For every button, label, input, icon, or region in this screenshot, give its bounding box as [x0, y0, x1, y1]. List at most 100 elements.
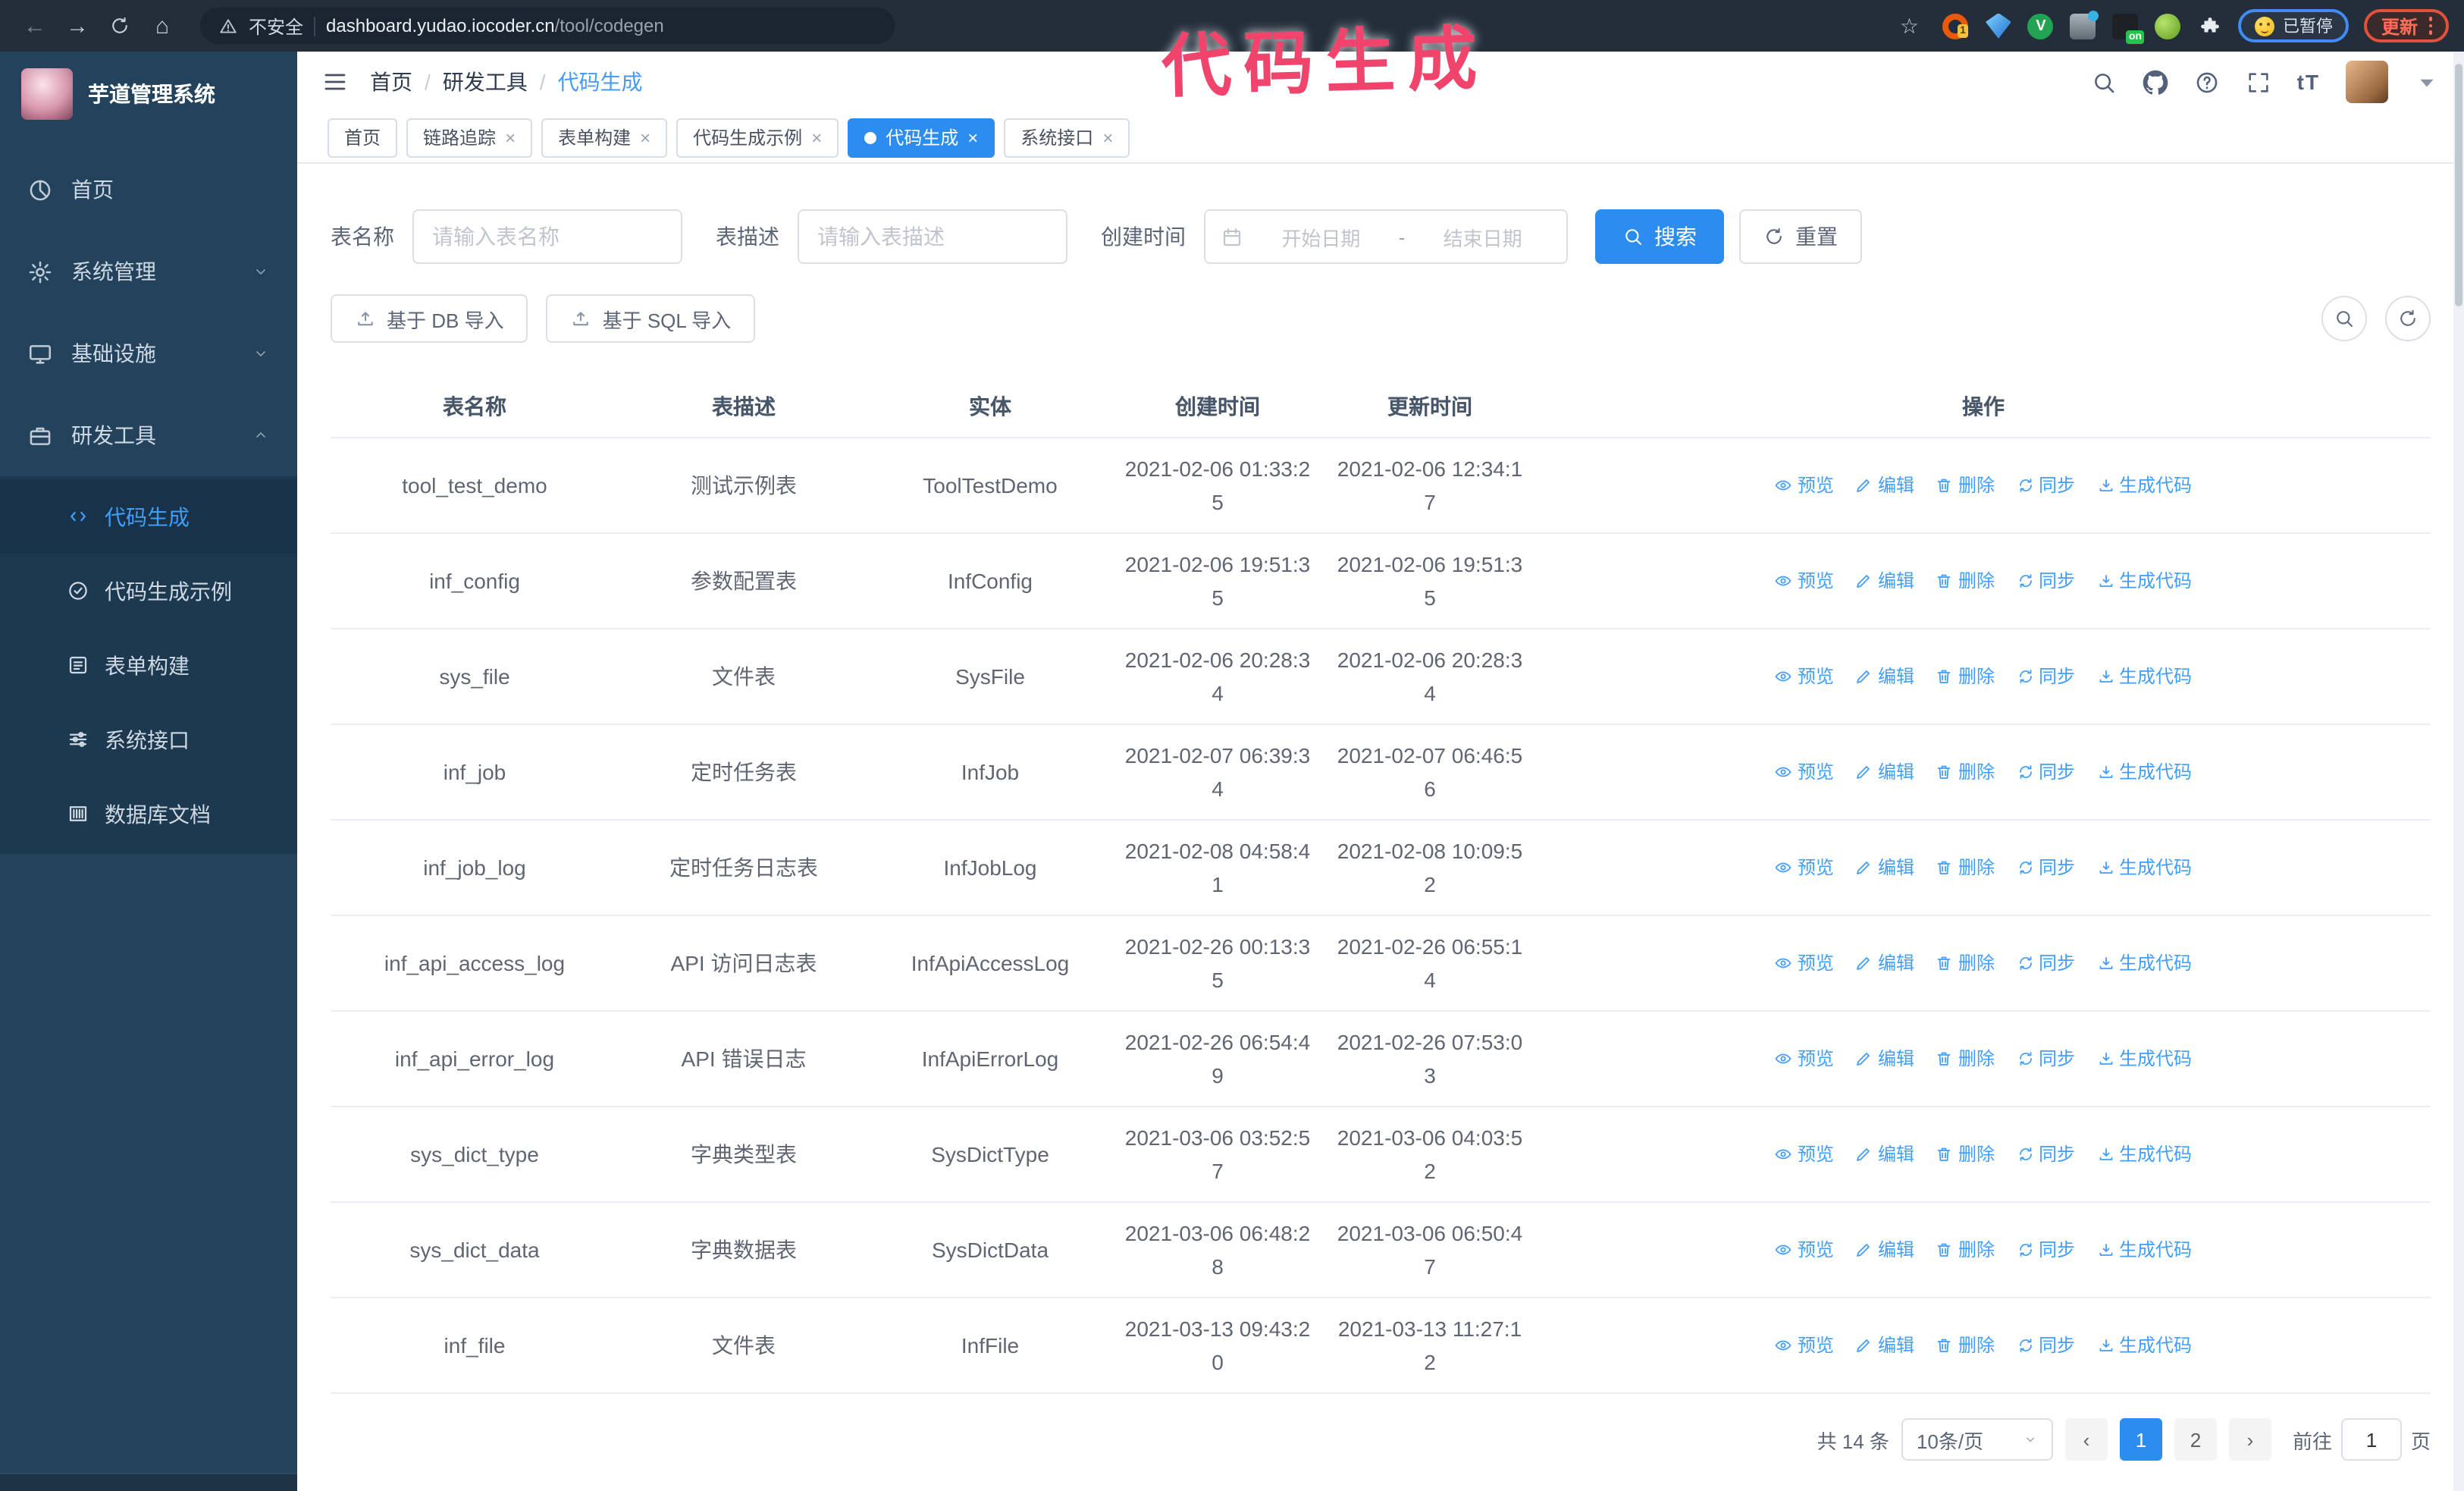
- action-generate[interactable]: 生成代码: [2096, 1233, 2192, 1267]
- action-generate[interactable]: 生成代码: [2096, 660, 2192, 693]
- extension-icon-dark[interactable]: on: [2112, 13, 2145, 43]
- user-avatar[interactable]: [2346, 61, 2388, 103]
- action-delete[interactable]: 删除: [1936, 469, 1995, 502]
- action-preview[interactable]: 预览: [1775, 1042, 1834, 1075]
- action-sync[interactable]: 同步: [2016, 1138, 2075, 1171]
- action-sync[interactable]: 同步: [2016, 946, 2075, 980]
- browser-forward-icon[interactable]: →: [58, 6, 97, 46]
- extension-icon-gray[interactable]: [2070, 10, 2099, 39]
- action-edit[interactable]: 编辑: [1855, 1042, 1914, 1075]
- action-sync[interactable]: 同步: [2016, 755, 2075, 789]
- action-generate[interactable]: 生成代码: [2096, 851, 2192, 884]
- action-sync[interactable]: 同步: [2016, 851, 2075, 884]
- sidebar-subitem-表单构建[interactable]: 表单构建: [0, 628, 297, 702]
- action-edit[interactable]: 编辑: [1855, 564, 1914, 598]
- action-sync[interactable]: 同步: [2016, 564, 2075, 598]
- browser-menu-kebab-icon[interactable]: [2428, 17, 2432, 35]
- extension-icon-orange[interactable]: 1: [1942, 13, 1969, 39]
- action-preview[interactable]: 预览: [1775, 1329, 1834, 1362]
- address-bar[interactable]: 不安全 dashboard.yudao.iocoder.cn/tool/code…: [200, 8, 895, 44]
- action-sync[interactable]: 同步: [2016, 1042, 2075, 1075]
- extension-icon-green-v[interactable]: V: [2027, 13, 2054, 39]
- action-delete[interactable]: 删除: [1936, 755, 1995, 789]
- bookmark-star-icon[interactable]: ☆: [1900, 13, 1919, 39]
- fullscreen-icon[interactable]: [2246, 69, 2271, 95]
- sidebar-subitem-系统接口[interactable]: 系统接口: [0, 702, 297, 777]
- sidebar-item-研发工具[interactable]: 研发工具: [0, 394, 297, 476]
- extension-icon-gem[interactable]: [1985, 13, 2011, 39]
- action-preview[interactable]: 预览: [1775, 755, 1834, 789]
- tab-close-icon[interactable]: ×: [811, 128, 822, 146]
- sidebar-item-首页[interactable]: 首页: [0, 149, 297, 231]
- prev-page-button[interactable]: ‹: [2064, 1418, 2108, 1461]
- action-generate[interactable]: 生成代码: [2096, 564, 2192, 598]
- import-db-button[interactable]: 基于 DB 导入: [331, 294, 528, 343]
- browser-update-button[interactable]: 更新: [2364, 9, 2449, 42]
- action-generate[interactable]: 生成代码: [2096, 469, 2192, 502]
- action-generate[interactable]: 生成代码: [2096, 755, 2192, 789]
- action-edit[interactable]: 编辑: [1855, 1233, 1914, 1267]
- help-icon[interactable]: [2194, 69, 2220, 95]
- sidebar-subitem-代码生成示例[interactable]: 代码生成示例: [0, 554, 297, 628]
- action-delete[interactable]: 删除: [1936, 1042, 1995, 1075]
- action-preview[interactable]: 预览: [1775, 1138, 1834, 1171]
- extension-icon-key[interactable]: [2155, 13, 2181, 39]
- extensions-puzzle-icon[interactable]: [2198, 13, 2224, 39]
- table-desc-input[interactable]: [798, 209, 1067, 264]
- font-size-icon[interactable]: tT: [2297, 70, 2320, 94]
- page-size-select[interactable]: 10条/页: [1901, 1418, 2053, 1461]
- action-edit[interactable]: 编辑: [1855, 946, 1914, 980]
- profile-paused-chip[interactable]: 已暂停: [2238, 9, 2350, 42]
- sidebar-item-系统管理[interactable]: 系统管理: [0, 231, 297, 312]
- tab-系统接口[interactable]: 系统接口 ×: [1004, 118, 1130, 157]
- action-delete[interactable]: 删除: [1936, 946, 1995, 980]
- action-sync[interactable]: 同步: [2016, 1233, 2075, 1267]
- action-preview[interactable]: 预览: [1775, 564, 1834, 598]
- action-edit[interactable]: 编辑: [1855, 851, 1914, 884]
- tab-close-icon[interactable]: ×: [640, 128, 650, 146]
- sidebar-item-基础设施[interactable]: 基础设施: [0, 312, 297, 394]
- tab-首页[interactable]: 首页: [328, 118, 398, 157]
- action-edit[interactable]: 编辑: [1855, 1329, 1914, 1362]
- browser-reload-icon[interactable]: [100, 6, 140, 46]
- sidebar-footer-bar[interactable]: [0, 1473, 297, 1491]
- action-generate[interactable]: 生成代码: [2096, 1329, 2192, 1362]
- action-edit[interactable]: 编辑: [1855, 660, 1914, 693]
- action-sync[interactable]: 同步: [2016, 660, 2075, 693]
- scrollbar-thumb[interactable]: [2455, 64, 2462, 306]
- action-generate[interactable]: 生成代码: [2096, 946, 2192, 980]
- github-icon[interactable]: [2143, 69, 2168, 95]
- search-button[interactable]: 搜索: [1595, 209, 1724, 264]
- action-preview[interactable]: 预览: [1775, 1233, 1834, 1267]
- action-delete[interactable]: 删除: [1936, 851, 1995, 884]
- action-preview[interactable]: 预览: [1775, 946, 1834, 980]
- action-generate[interactable]: 生成代码: [2096, 1042, 2192, 1075]
- date-range-picker[interactable]: 开始日期 - 结束日期: [1204, 209, 1568, 264]
- table-name-input[interactable]: [412, 209, 682, 264]
- goto-page-input[interactable]: [2340, 1418, 2402, 1461]
- next-page-button[interactable]: ›: [2228, 1418, 2271, 1461]
- action-edit[interactable]: 编辑: [1855, 469, 1914, 502]
- menu-fold-icon[interactable]: [321, 68, 349, 96]
- breadcrumb-item-tools[interactable]: 研发工具: [443, 67, 528, 97]
- tab-close-icon[interactable]: ×: [1102, 128, 1113, 146]
- breadcrumb-item-home[interactable]: 首页: [370, 67, 412, 97]
- action-edit[interactable]: 编辑: [1855, 755, 1914, 789]
- page-button-1[interactable]: 1: [2119, 1418, 2162, 1461]
- action-delete[interactable]: 删除: [1936, 1329, 1995, 1362]
- browser-home-icon[interactable]: ⌂: [143, 6, 182, 46]
- action-generate[interactable]: 生成代码: [2096, 1138, 2192, 1171]
- action-delete[interactable]: 删除: [1936, 660, 1995, 693]
- tab-close-icon[interactable]: ×: [967, 128, 978, 146]
- action-delete[interactable]: 删除: [1936, 1138, 1995, 1171]
- browser-back-icon[interactable]: ←: [15, 6, 55, 46]
- action-delete[interactable]: 删除: [1936, 1233, 1995, 1267]
- tab-代码生成示例[interactable]: 代码生成示例 ×: [676, 118, 839, 157]
- action-sync[interactable]: 同步: [2016, 1329, 2075, 1362]
- page-button-2[interactable]: 2: [2174, 1418, 2217, 1461]
- tab-代码生成[interactable]: 代码生成 ×: [848, 118, 995, 157]
- action-sync[interactable]: 同步: [2016, 469, 2075, 502]
- action-edit[interactable]: 编辑: [1855, 1138, 1914, 1171]
- action-preview[interactable]: 预览: [1775, 851, 1834, 884]
- reset-button[interactable]: 重置: [1739, 209, 1862, 264]
